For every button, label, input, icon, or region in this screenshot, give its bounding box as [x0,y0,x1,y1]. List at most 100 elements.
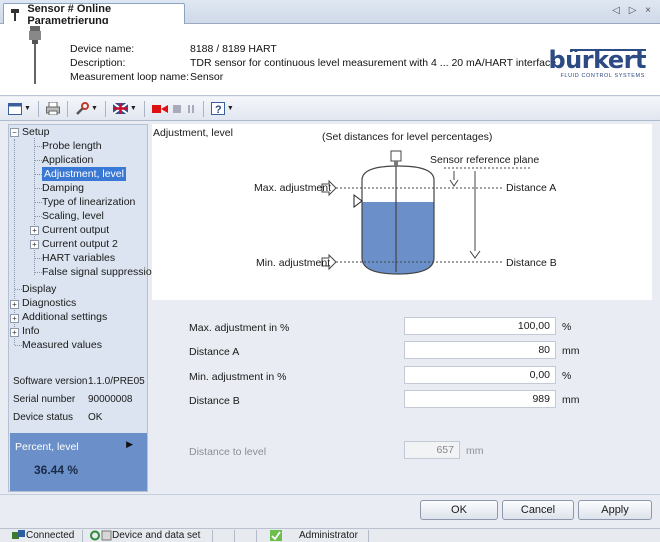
dataset-status: Device and data set [112,530,201,541]
expand-icon[interactable]: + [10,314,19,323]
percent-level-panel[interactable]: Percent, level ▶ 36.44 % [10,433,147,491]
device-status-label: Device status [13,412,74,423]
tree-line [35,188,42,189]
toolbar-separator [66,100,68,117]
window-icon [8,102,22,115]
tree-item-additional-settings[interactable]: Additional settings [22,310,107,324]
cancel-button[interactable]: Cancel [502,500,574,520]
device-name-label: Device name: [70,43,135,55]
min-adjustment-label: Min. adjustment [256,257,331,269]
tree-item-info[interactable]: Info [22,324,40,338]
status-bar: Connected Device and data set Administra… [0,528,660,542]
toolbar-separator [37,100,39,117]
toolbar-separator [143,100,145,117]
arrow-right-icon[interactable]: ▶ [126,439,133,450]
status-separator [368,530,369,542]
status-separator [256,530,257,542]
tree-line [35,174,42,175]
sensor-flange [394,161,398,166]
status-separator [82,530,83,542]
record-button[interactable] [151,101,168,117]
max-adjustment-pct-input[interactable]: 100,00 [404,317,556,335]
serial-number-value: 90000008 [88,394,133,405]
connected-icon [12,530,25,542]
expand-icon[interactable]: + [30,240,39,249]
distance-b-label: Distance B [506,257,557,269]
stop-button[interactable] [172,101,182,117]
printer-icon [45,102,60,115]
tools-menu-button[interactable]: ▼ [75,101,98,117]
expand-icon[interactable]: + [30,226,39,235]
expand-icon[interactable]: + [10,300,19,309]
tree-item-setup-child[interactable]: False signal suppression [42,265,158,279]
software-version-value: 1.1.0/PRE05 [88,376,145,387]
burkert-logo: bürkert [548,46,646,74]
tree-item-setup-child[interactable]: Type of linearization [42,195,135,209]
sensor-icon [10,8,20,21]
tank-fill [362,202,434,274]
connected-status: Connected [26,530,75,541]
software-version-label: Software version [13,376,88,387]
tree-line [35,202,42,203]
tree-line [35,160,42,161]
distance-b-unit: mm [562,394,580,406]
tab-controls[interactable]: ◁ ▷ × [612,5,654,16]
tree-item-display[interactable]: Display [22,282,56,296]
tab-sensor-online[interactable]: Sensor # Online Parametrierung [3,2,185,27]
device-flag-icon [112,103,128,114]
toolbar-separator [202,100,204,117]
tree-line [35,216,42,217]
distance-a-input[interactable]: 80 [404,341,556,359]
device-menu-button[interactable]: ▼ [112,101,137,117]
description-label: Description: [70,57,126,69]
distance-to-level-value: 657 [404,441,460,459]
tree-line [34,138,35,275]
tab-title: Sensor # Online Parametrierung [27,2,112,27]
sensor-device-icon [29,26,41,84]
help-icon: ? [210,102,225,115]
max-adjustment-pct-unit: % [562,321,572,333]
button-bar: OK Cancel Apply [0,494,660,524]
max-adjustment-pct-label: Max. adjustment in % [189,322,290,334]
wrench-icon [76,101,89,115]
distance-to-level-unit: mm [466,445,484,457]
checkmark-icon [270,530,282,542]
tree-item-setup-child[interactable]: HART variables [42,251,115,265]
tree-item-setup-child[interactable]: Adjustment, level [42,167,126,181]
tree-item-setup-child[interactable]: Scaling, level [42,209,104,223]
collapse-icon[interactable]: − [10,128,19,137]
tree-item-setup-child[interactable]: Damping [42,181,84,195]
sensor-head [390,150,402,162]
tree-item-measured-values[interactable]: Measured values [22,338,102,352]
expand-icon[interactable]: + [10,328,19,337]
logo-subtitle: FLUID CONTROL SYSTEMS [560,73,645,79]
window-menu-button[interactable]: ▼ [8,101,31,117]
help-menu-button[interactable]: ? ▼ [210,101,234,117]
tree-line [35,272,42,273]
pause-button[interactable] [186,101,196,117]
tree-item-setup-child[interactable]: Current output [42,223,109,237]
toolbar: ▼ ▼ ▼ ? ▼ [0,97,660,121]
tree-item-setup-child[interactable]: Application [42,153,93,167]
tree-item-setup-child[interactable]: Current output 2 [42,237,118,251]
print-button[interactable] [45,101,60,117]
distance-a-unit: mm [562,345,580,357]
svg-text:?: ? [215,104,222,115]
tree-item-diagnostics[interactable]: Diagnostics [22,296,76,310]
apply-button[interactable]: Apply [578,500,652,520]
stop-icon [172,104,181,113]
tree-item-setup-child[interactable]: Probe length [42,139,102,153]
navigation-pane: − Setup Probe length Application Adjustmen… [8,124,158,492]
min-adjustment-pct-input[interactable]: 0,00 [404,366,556,384]
device-status-value: OK [88,412,103,423]
pause-icon [187,104,194,113]
distance-b-input[interactable]: 989 [404,390,556,408]
loop-name-value: Sensor [190,71,224,83]
percent-level-label: Percent, level [15,441,79,453]
status-separator [212,530,213,542]
main-content: Adjustment, level (Set distances for lev… [152,124,652,492]
ok-button[interactable]: OK [420,500,498,520]
adjustment-diagram-panel: Adjustment, level (Set distances for lev… [152,124,652,300]
tree-item-setup[interactable]: Setup [22,125,49,139]
toolbar-separator [104,100,106,117]
